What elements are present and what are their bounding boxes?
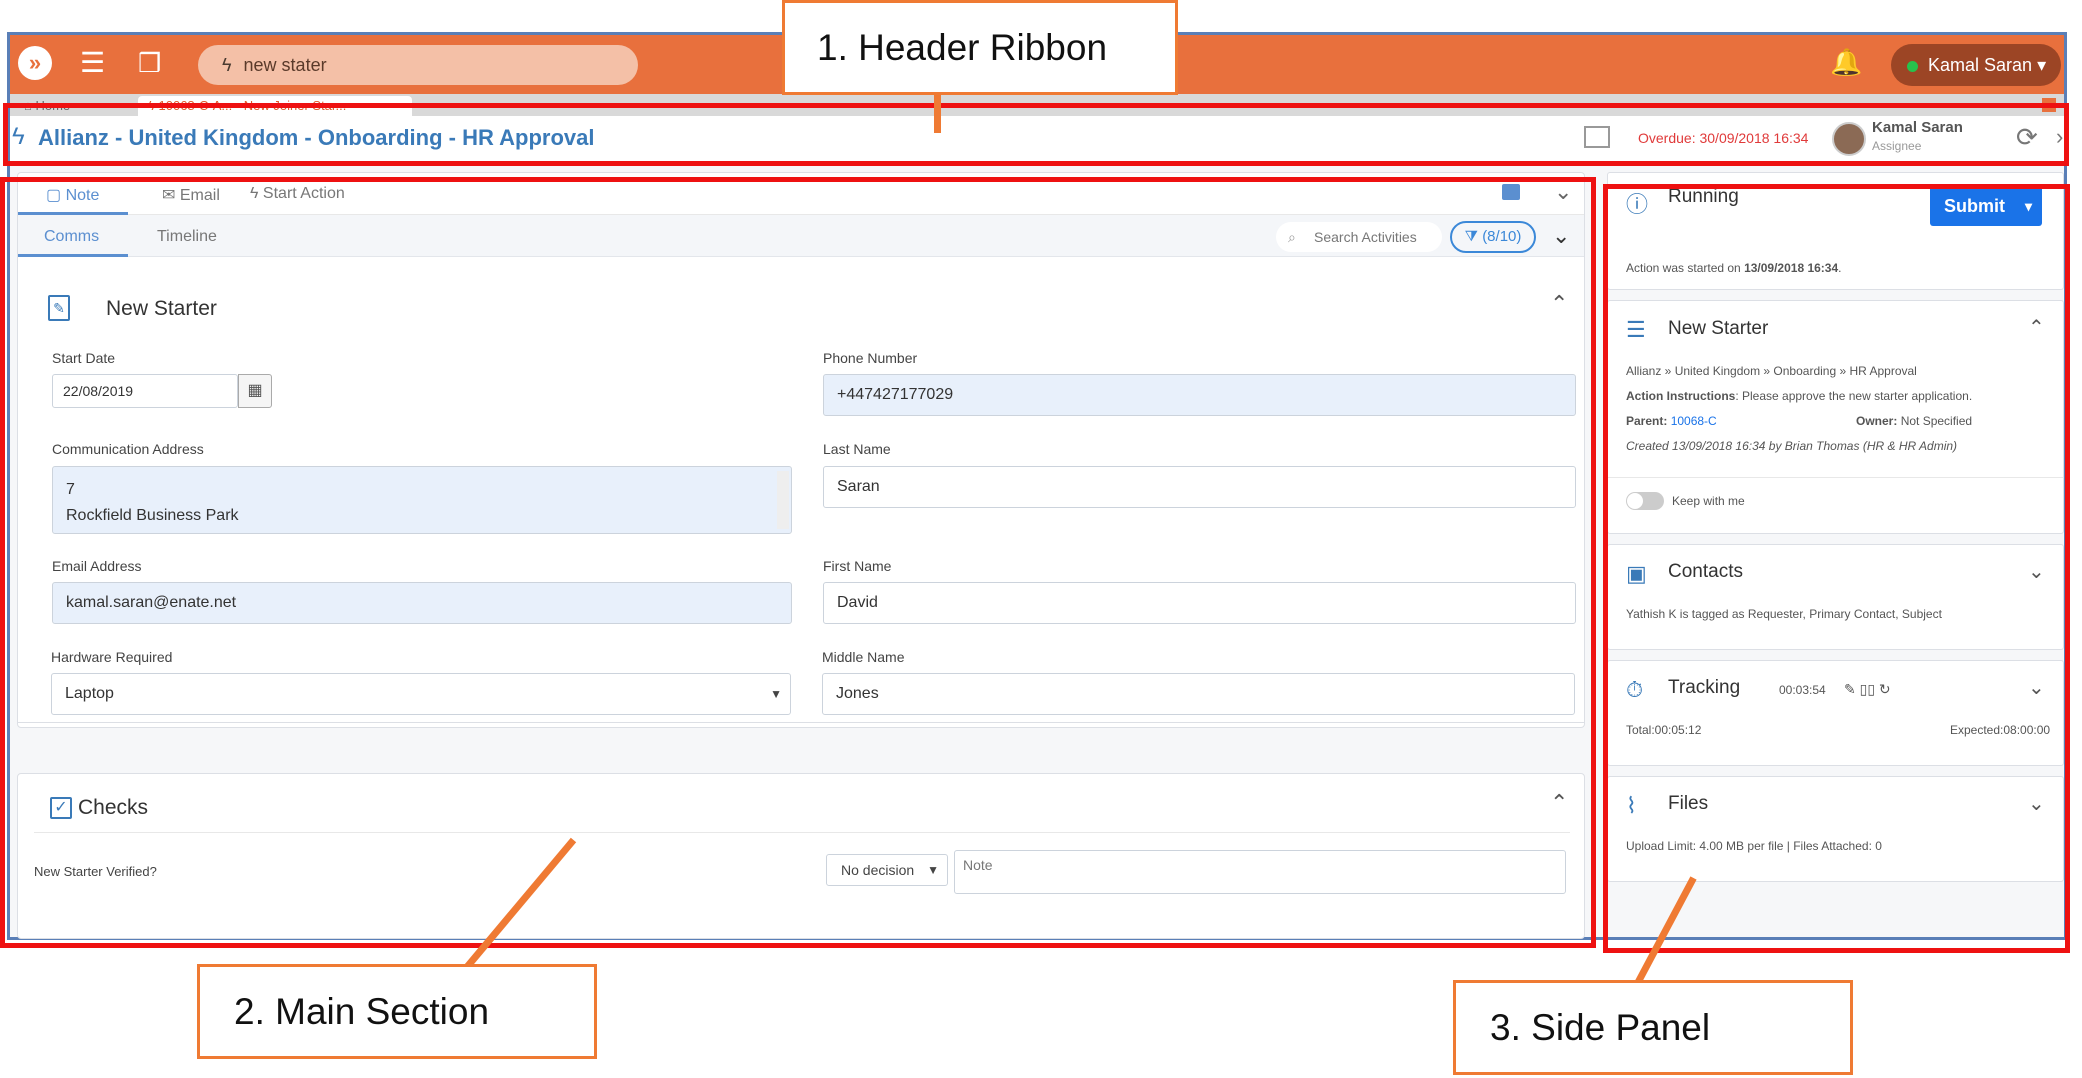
package-icon[interactable]: ❒ bbox=[138, 47, 161, 79]
online-status-icon bbox=[1907, 60, 1918, 72]
main-section-callout: 2. Main Section bbox=[197, 964, 597, 1059]
notification-bell-icon[interactable]: 🔔 bbox=[1830, 47, 1862, 78]
user-name: Kamal Saran bbox=[1928, 55, 2033, 75]
main-section-highlight bbox=[0, 177, 1596, 948]
bolt-icon: ϟ bbox=[222, 55, 232, 75]
callout-line bbox=[934, 93, 941, 133]
header-ribbon-callout: 1. Header Ribbon bbox=[782, 0, 1178, 95]
user-menu-button[interactable]: Kamal Saran ▾ bbox=[1891, 44, 2061, 86]
caret-down-icon: ▾ bbox=[2037, 55, 2047, 75]
global-search-input[interactable]: ϟ new stater bbox=[198, 45, 638, 85]
hamburger-menu-icon[interactable]: ☰ bbox=[80, 47, 105, 79]
side-panel-highlight bbox=[1603, 184, 2070, 953]
search-text: new stater bbox=[243, 55, 327, 75]
app-logo-icon[interactable]: » bbox=[18, 46, 52, 80]
side-panel-callout: 3. Side Panel bbox=[1453, 980, 1853, 1075]
header-ribbon-highlight bbox=[3, 103, 2069, 166]
